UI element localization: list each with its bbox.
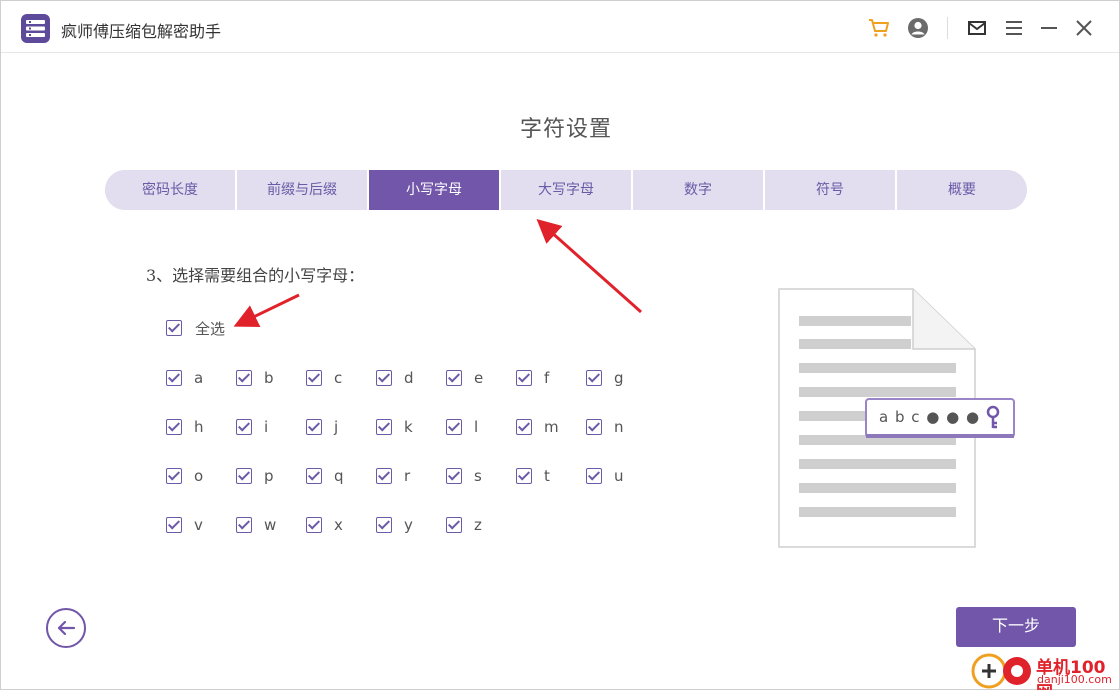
arrow-left-icon — [57, 620, 76, 636]
watermark-logo-icon — [971, 651, 1035, 690]
document-key-illustration: a b c ● ● ● — [777, 287, 1017, 555]
tab-pointer-arrow — [536, 219, 642, 314]
watermark-url: danji100.com — [1037, 673, 1112, 686]
back-button[interactable] — [46, 608, 86, 648]
select-all-pointer-arrow — [233, 293, 300, 327]
next-step-button[interactable]: 下一步 — [956, 607, 1076, 647]
password-sample-text: a b c ● ● ● — [879, 408, 981, 426]
app-window: 疯师傅压缩包解密助手 字符设置 密码长度 前缀与后缀 小写字母 大写字母 数字 … — [0, 0, 1120, 690]
